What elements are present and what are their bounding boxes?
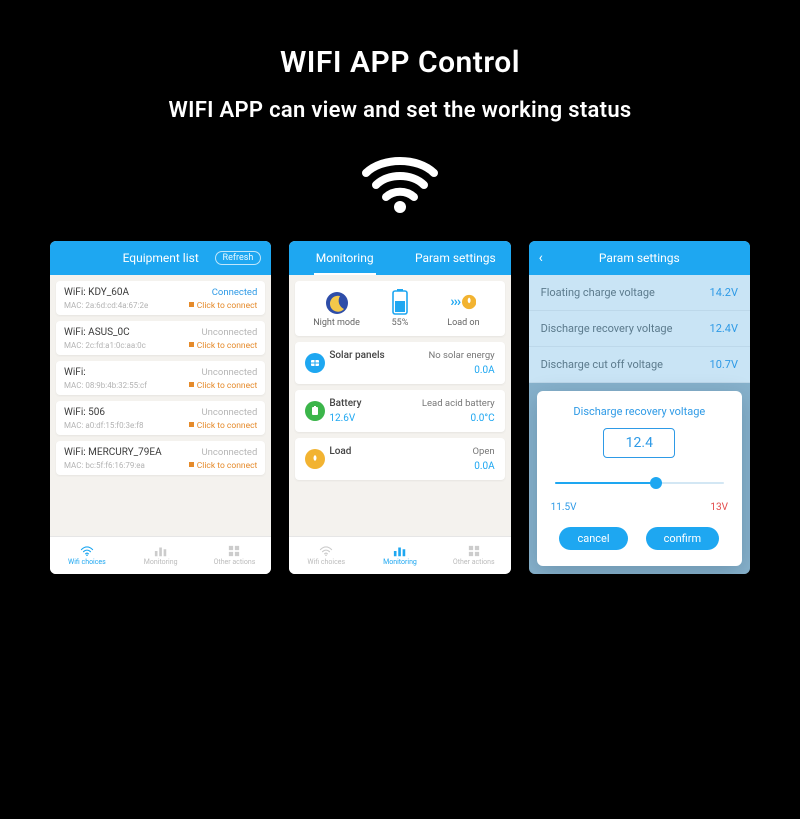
phone-param-settings: ‹ Param settings Floating charge voltage… [529,241,750,574]
page-subtitle: WIFI APP can view and set the working st… [50,98,750,123]
param-settings-title: Param settings [599,251,680,265]
grid-icon [467,545,481,557]
status-row: Night mode 55% ››› Load on [295,281,504,336]
wifi-status: Unconnected [202,327,258,338]
moon-icon [324,290,350,316]
nav-wifi-choices[interactable]: Wifi choices [50,537,124,574]
wifi-status: Unconnected [202,447,258,458]
voltage-slider[interactable] [555,470,724,498]
wifi-mac: MAC: bc:5f:f6:16:79:ea [64,461,145,470]
nav-monitoring[interactable]: Monitoring [363,537,437,574]
bottom-nav: Wifi choices Monitoring Other actions [50,536,271,574]
param-row-discharge-recovery[interactable]: Discharge recovery voltage 12.4V [529,311,750,347]
load-icon: ››› [450,289,476,315]
wifi-icon [50,151,750,213]
phone-monitoring: Monitoring Param settings Night mode [289,241,510,574]
wifi-status: Unconnected [202,407,258,418]
dialog-title: Discharge recovery voltage [551,405,728,418]
wifi-status: Connected [212,287,258,298]
wifi-network-card[interactable]: WiFi: MERCURY_79EA Unconnected MAC: bc:5f:… [56,441,265,475]
battery-icon [387,289,413,315]
bars-icon [393,545,407,557]
click-to-connect[interactable]: Click to connect [189,341,258,351]
nav-other-actions[interactable]: Other actions [198,537,272,574]
wifi-network-card[interactable]: WiFi: KDY_60A Connected MAC: 2a:6d:cd:4a:6… [56,281,265,315]
slider-min-label: 11.5V [551,502,577,513]
voltage-input[interactable]: 12.4 [603,428,675,458]
phone-equipment-list: Equipment list Refresh WiFi: KDY_60A Conn… [50,241,271,574]
nav-monitoring[interactable]: Monitoring [124,537,198,574]
nav-other-actions[interactable]: Other actions [437,537,511,574]
panel-solar[interactable]: Solar panels No solar energy 0.0A [295,342,504,384]
nav-wifi-choices[interactable]: Wifi choices [289,537,363,574]
load-circle-icon [305,449,325,469]
equipment-list-title: Equipment list [123,251,199,265]
wifi-icon [80,545,94,557]
param-row-discharge-cutoff[interactable]: Discharge cut off voltage 10.7V [529,347,750,383]
wifi-network-card[interactable]: WiFi: 506 Unconnected MAC: a0:df:15:f0:3e:… [56,401,265,435]
wifi-mac: MAC: 2a:6d:cd:4a:67:2e [64,301,148,310]
wifi-network-card[interactable]: WiFi: ASUS_0C Unconnected MAC: 2c:fd:a1:0c… [56,321,265,355]
tab-monitoring[interactable]: Monitoring [289,241,400,275]
wifi-ssid: WiFi: MERCURY_79EA [64,447,162,458]
wifi-ssid: WiFi: ASUS_0C [64,327,130,338]
wifi-status: Unconnected [202,367,258,378]
panel-load[interactable]: Load Open 0.0A [295,438,504,480]
status-load: ››› Load on [432,289,494,328]
click-to-connect[interactable]: Click to connect [189,421,258,431]
wifi-ssid: WiFi: [64,367,86,378]
page-title: WIFI APP Control [50,45,750,80]
click-to-connect[interactable]: Click to connect [189,461,258,471]
param-row-floating-charge[interactable]: Floating charge voltage 14.2V [529,275,750,311]
slider-max-label: 13V [710,502,728,513]
voltage-dialog: Discharge recovery voltage 12.4 11.5V 13… [537,391,742,566]
wifi-mac: MAC: 08:9b:4b:32:55:cf [64,381,147,390]
wifi-ssid: WiFi: 506 [64,407,105,418]
wifi-mac: MAC: a0:df:15:f0:3e:f8 [64,421,143,430]
grid-icon [227,545,241,557]
wifi-mac: MAC: 2c:fd:a1:0c:aa:0c [64,341,146,350]
status-battery: 55% [369,289,431,328]
click-to-connect[interactable]: Click to connect [189,381,258,391]
status-night-mode: Night mode [305,290,367,328]
solar-icon [305,353,325,373]
refresh-button[interactable]: Refresh [215,251,262,265]
wifi-network-card[interactable]: WiFi: Unconnected MAC: 08:9b:4b:32:55:cf Cl… [56,361,265,395]
bars-icon [154,545,168,557]
wifi-icon [319,545,333,557]
back-button[interactable]: ‹ [539,250,543,266]
panel-battery[interactable]: Battery Lead acid battery 12.6V 0.0°C [295,390,504,432]
slider-thumb[interactable] [650,477,662,489]
wifi-ssid: WiFi: KDY_60A [64,287,129,298]
confirm-button[interactable]: confirm [646,527,720,550]
tab-param-settings[interactable]: Param settings [400,241,511,275]
bottom-nav: Wifi choices Monitoring Other actions [289,536,510,574]
cancel-button[interactable]: cancel [559,527,627,550]
battery-circle-icon [305,401,325,421]
click-to-connect[interactable]: Click to connect [189,301,258,311]
